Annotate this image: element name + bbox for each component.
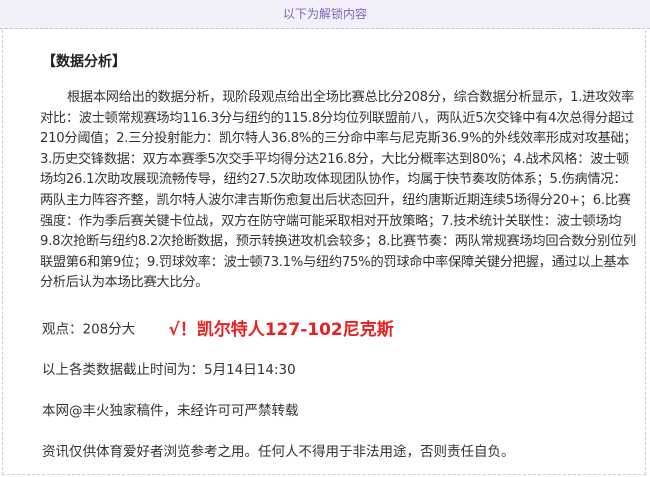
prediction-label: 观点：208分大: [42, 321, 136, 338]
data-cutoff-text: 以上各类数据截止时间为：5月14日14:30: [42, 362, 296, 378]
disclaimer-text: 资讯仅供体育爱好者浏览参考之用。任何人不得用于非法用途，否则责任自负。: [42, 444, 515, 460]
unlock-banner: 以下为解锁内容: [0, 0, 650, 29]
section-heading: 【数据分析】: [42, 54, 126, 70]
prediction-row: 观点：208分大 √！凯尔特人127-102尼克斯: [42, 315, 394, 340]
analysis-paragraph: 根据本网给出的数据分析，现阶段观点给出全场比赛总比分208分，综合数据分析显示，…: [40, 90, 637, 291]
copyright-note: 本网@丰火独家稿件，未经许可可严禁转载: [42, 403, 299, 419]
prediction-result: √！凯尔特人127-102尼克斯: [168, 320, 394, 340]
